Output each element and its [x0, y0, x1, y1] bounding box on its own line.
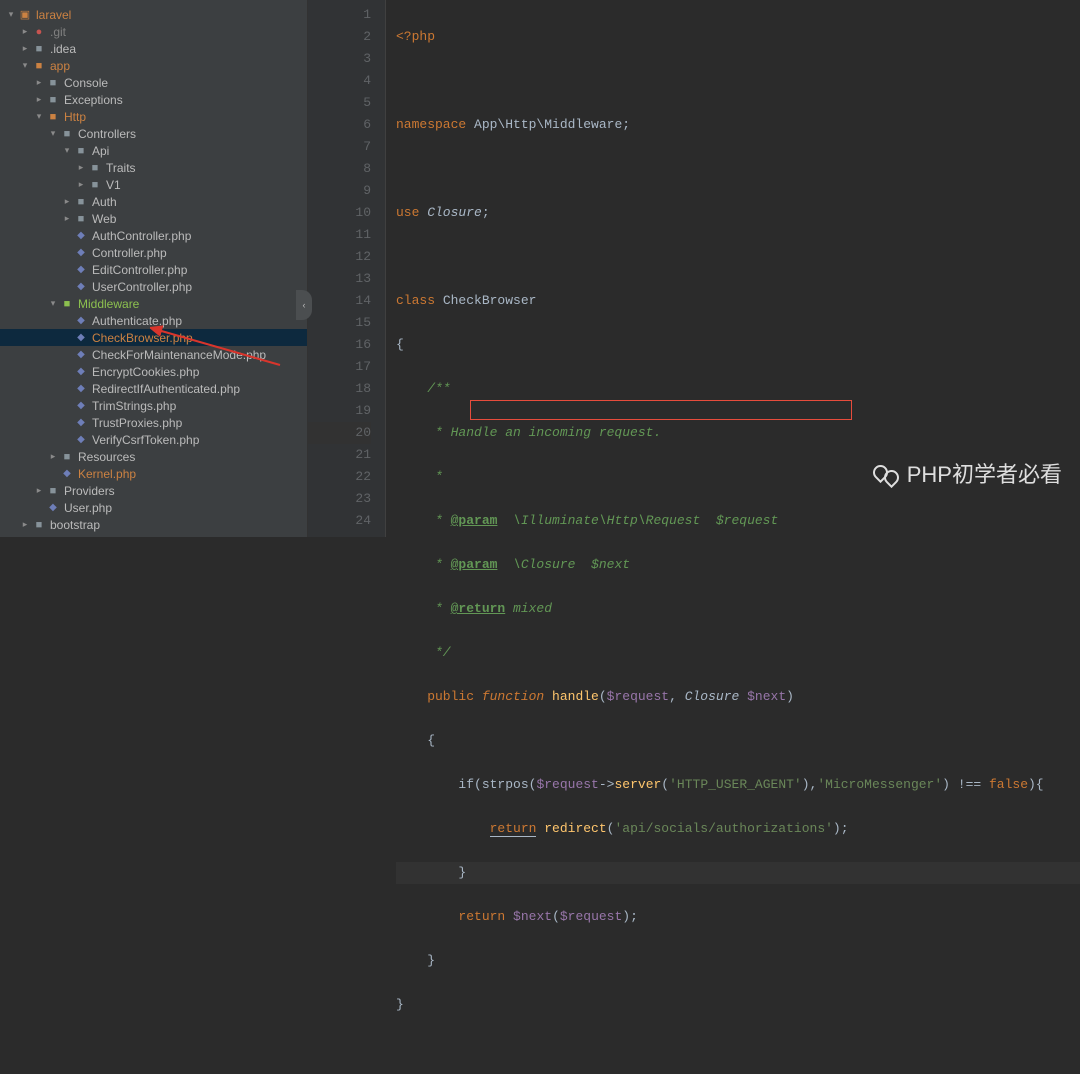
tree-encryptcookies[interactable]: ◆EncryptCookies.php [0, 363, 307, 380]
folder-icon: ■ [74, 195, 88, 209]
php-icon: ◆ [74, 365, 88, 379]
project-icon: ▣ [18, 8, 32, 22]
folder-icon: ■ [32, 518, 46, 532]
tree-api[interactable]: ▾■Api [0, 142, 307, 159]
php-icon: ◆ [46, 501, 60, 515]
chevron-right-icon: ▸ [76, 162, 86, 173]
folder-icon: ■ [46, 93, 60, 107]
tree-editcontroller[interactable]: ◆EditController.php [0, 261, 307, 278]
tree-bootstrap[interactable]: ▸■bootstrap [0, 516, 307, 533]
tree-checkbrowser[interactable]: ◆CheckBrowser.php [0, 329, 307, 346]
tree-controllers[interactable]: ▾■Controllers [0, 125, 307, 142]
tree-console[interactable]: ▸■Console [0, 74, 307, 91]
chevron-right-icon: ▸ [20, 519, 30, 530]
project-tree[interactable]: ▾▣laravel ▸●.git ▸■.idea ▾■app ▸■Console… [0, 0, 308, 537]
tree-middleware[interactable]: ▾■Middleware [0, 295, 307, 312]
folder-icon: ■ [60, 297, 74, 311]
tree-traits[interactable]: ▸■Traits [0, 159, 307, 176]
php-icon: ◆ [74, 263, 88, 277]
tree-git[interactable]: ▸●.git [0, 23, 307, 40]
tree-verifycsrf[interactable]: ◆VerifyCsrfToken.php [0, 431, 307, 448]
tree-exceptions[interactable]: ▸■Exceptions [0, 91, 307, 108]
folder-icon: ■ [46, 76, 60, 90]
annotation-highlight [470, 400, 852, 420]
tree-checkmaint[interactable]: ◆CheckForMaintenanceMode.php [0, 346, 307, 363]
folder-icon: ■ [32, 59, 46, 73]
folder-icon: ■ [74, 144, 88, 158]
chevron-down-icon: ▾ [20, 60, 30, 71]
tree-http[interactable]: ▾■Http [0, 108, 307, 125]
tree-v1[interactable]: ▸■V1 [0, 176, 307, 193]
tree-usercontroller[interactable]: ◆UserController.php [0, 278, 307, 295]
tree-idea[interactable]: ▸■.idea [0, 40, 307, 57]
folder-icon: ■ [60, 450, 74, 464]
sidebar-collapse-handle[interactable]: ‹ [296, 290, 312, 320]
tree-trimstrings[interactable]: ◆TrimStrings.php [0, 397, 307, 414]
tree-web[interactable]: ▸■Web [0, 210, 307, 227]
php-icon: ◆ [74, 416, 88, 430]
chevron-down-icon: ▾ [34, 111, 44, 122]
chevron-right-icon: ▸ [34, 77, 44, 88]
php-icon: ◆ [74, 382, 88, 396]
folder-icon: ■ [88, 161, 102, 175]
chevron-right-icon: ▸ [62, 196, 72, 207]
chevron-right-icon: ▸ [34, 94, 44, 105]
tree-providers[interactable]: ▸■Providers [0, 482, 307, 499]
chevron-down-icon: ▾ [62, 145, 72, 156]
chevron-down-icon: ▾ [48, 298, 58, 309]
chevron-down-icon: ▾ [6, 9, 16, 20]
folder-icon: ■ [46, 484, 60, 498]
tree-auth[interactable]: ▸■Auth [0, 193, 307, 210]
tree-kernel[interactable]: ◆Kernel.php [0, 465, 307, 482]
tree-controller[interactable]: ◆Controller.php [0, 244, 307, 261]
folder-icon: ● [32, 25, 46, 39]
folder-icon: ■ [88, 178, 102, 192]
tree-authcontroller[interactable]: ◆AuthController.php [0, 227, 307, 244]
php-icon: ◆ [60, 467, 74, 481]
php-icon: ◆ [74, 331, 88, 345]
tree-redirectauth[interactable]: ◆RedirectIfAuthenticated.php [0, 380, 307, 397]
tree-root[interactable]: ▾▣laravel [0, 6, 307, 23]
tree-authenticate[interactable]: ◆Authenticate.php [0, 312, 307, 329]
chevron-right-icon: ▸ [20, 26, 30, 37]
chevron-right-icon: ▸ [48, 451, 58, 462]
tree-user[interactable]: ◆User.php [0, 499, 307, 516]
php-icon: ◆ [74, 280, 88, 294]
watermark: PHP初学者必看 [873, 457, 1062, 489]
folder-icon: ■ [32, 42, 46, 56]
folder-icon: ■ [60, 127, 74, 141]
chevron-down-icon: ▾ [48, 128, 58, 139]
php-icon: ◆ [74, 229, 88, 243]
php-icon: ◆ [74, 246, 88, 260]
tree-resources[interactable]: ▸■Resources [0, 448, 307, 465]
php-icon: ◆ [74, 433, 88, 447]
line-gutter: 1 2 3 4 5 6 7 8 9 10 11 12 13 14 15 16 1… [308, 0, 386, 537]
folder-icon: ■ [46, 110, 60, 124]
wechat-icon [873, 462, 899, 484]
php-icon: ◆ [74, 348, 88, 362]
tree-app[interactable]: ▾■app [0, 57, 307, 74]
tree-config[interactable]: ▸■config [0, 533, 307, 537]
chevron-right-icon: ▸ [34, 485, 44, 496]
php-icon: ◆ [74, 399, 88, 413]
chevron-right-icon: ▸ [20, 43, 30, 54]
tree-trustproxies[interactable]: ◆TrustProxies.php [0, 414, 307, 431]
chevron-right-icon: ▸ [62, 213, 72, 224]
chevron-right-icon: ▸ [76, 179, 86, 190]
php-icon: ◆ [74, 314, 88, 328]
folder-icon: ■ [74, 212, 88, 226]
